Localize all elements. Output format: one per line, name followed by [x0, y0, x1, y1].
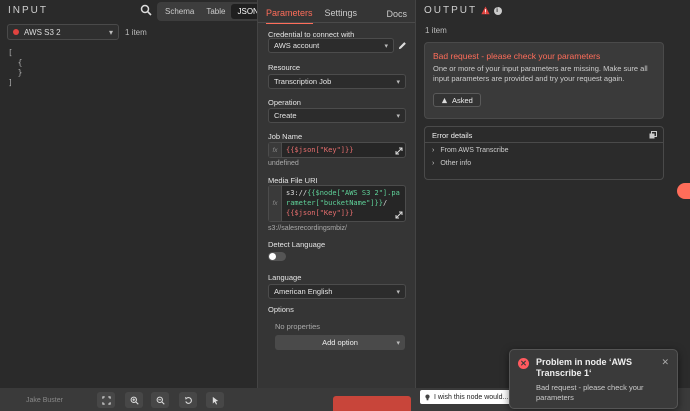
- input-panel: INPUT Schema Table JSON AWS S3 2 ▾ 1 ite…: [0, 0, 267, 388]
- zoom-in-button[interactable]: [125, 392, 143, 408]
- media-uri-expression: s3://{{$node["AWS S3 2"].parameter["buck…: [282, 186, 405, 221]
- output-item-count: 1 item: [425, 26, 447, 35]
- input-node-select[interactable]: AWS S3 2 ▾: [7, 24, 119, 40]
- toast-title: Problem in node ‘AWS Transcribe 1‘: [536, 357, 633, 378]
- output-panel: OUTPUT i 1 item Bad request - please che…: [417, 0, 679, 388]
- user-name: Jake Buster: [26, 397, 63, 404]
- add-option-label: Add option: [322, 338, 358, 347]
- details-row-from-aws[interactable]: › From AWS Transcribe: [425, 143, 663, 156]
- chevron-down-icon: ▾: [396, 112, 400, 120]
- info-icon[interactable]: i: [494, 6, 503, 15]
- options-label: Options: [268, 305, 294, 314]
- job-name-hint: undefined: [268, 160, 299, 167]
- job-name-expression: {{$json["Key"]}}: [286, 146, 354, 154]
- error-details-header: Error details: [425, 127, 663, 143]
- details-row-label: Other info: [440, 160, 472, 167]
- view-mode-tabs: Schema Table JSON: [157, 2, 267, 21]
- uri-separator: /: [382, 199, 388, 207]
- language-select[interactable]: American English ▾: [268, 284, 406, 299]
- detect-language-label: Detect Language: [268, 240, 326, 249]
- resource-select[interactable]: Transcription Job ▾: [268, 74, 406, 89]
- search-icon[interactable]: [140, 4, 152, 16]
- operation-select[interactable]: Create ▾: [268, 108, 406, 123]
- undo-icon: [184, 396, 192, 404]
- expand-icon[interactable]: [395, 211, 403, 219]
- operation-label: Operation: [268, 98, 301, 107]
- tabs-divider: [258, 22, 415, 23]
- json-line: }: [8, 68, 23, 77]
- details-row-label: From AWS Transcribe: [440, 147, 509, 154]
- json-line: {: [8, 58, 23, 67]
- error-details-title: Error details: [432, 131, 473, 140]
- zoom-out-icon: [156, 396, 165, 405]
- output-title-row: OUTPUT i: [424, 5, 503, 16]
- input-node-name: AWS S3 2: [24, 27, 61, 37]
- job-name-label: Job Name: [268, 132, 303, 141]
- zoom-in-icon: [130, 396, 139, 405]
- pencil-icon[interactable]: [398, 41, 407, 50]
- error-card: Bad request - please check your paramete…: [424, 42, 664, 119]
- media-uri-expression-input[interactable]: fx s3://{{$node["AWS S3 2"].parameter["b…: [268, 185, 406, 222]
- feedback-prompt[interactable]: I wish this node would...: [420, 390, 513, 404]
- json-line: ]: [8, 78, 13, 87]
- fit-icon: [101, 395, 111, 405]
- details-row-other-info[interactable]: › Other info: [425, 156, 663, 169]
- json-view: [ { }]: [8, 48, 22, 88]
- error-title: Bad request - please check your paramete…: [433, 51, 601, 61]
- uri-prefix: s3://: [286, 189, 308, 197]
- output-title: OUTPUT: [424, 5, 478, 16]
- no-properties-text: No properties: [275, 322, 321, 331]
- fx-icon: fx: [269, 186, 282, 221]
- error-toast: ✕ Problem in node ‘AWS Transcribe 1‘ Bad…: [509, 349, 678, 409]
- tab-schema[interactable]: Schema: [159, 4, 200, 19]
- job-name-expression-input[interactable]: fx {{$json["Key"]}}: [268, 142, 406, 158]
- copy-icon[interactable]: [649, 131, 657, 139]
- resource-label: Resource: [268, 63, 301, 72]
- toast-body: Bad request - please check your paramete…: [536, 383, 644, 402]
- zoom-out-button[interactable]: [151, 392, 169, 408]
- chevron-right-icon: ›: [432, 147, 435, 154]
- close-icon[interactable]: ✕: [661, 357, 669, 368]
- ask-icon: [441, 97, 448, 103]
- input-title: INPUT: [8, 5, 48, 16]
- feedback-text: I wish this node would...: [434, 393, 509, 401]
- error-details-card: Error details › From AWS Transcribe › Ot…: [424, 126, 664, 180]
- select-tool-button[interactable]: [206, 392, 224, 408]
- input-item-count: 1 item: [125, 28, 147, 37]
- zoom-to-fit-button[interactable]: [97, 392, 115, 408]
- media-uri-label: Media File URI: [268, 176, 318, 185]
- chevron-right-icon: ›: [432, 160, 435, 167]
- execute-workflow-button[interactable]: [333, 396, 411, 411]
- media-uri-hint: s3://salesrecordingsmbiz/: [268, 225, 347, 232]
- expand-icon[interactable]: [395, 147, 403, 155]
- language-value: American English: [274, 287, 333, 296]
- chevron-down-icon: ▾: [396, 339, 400, 347]
- docs-link[interactable]: Docs: [386, 9, 407, 19]
- asked-button[interactable]: Asked: [433, 93, 481, 107]
- asked-label: Asked: [452, 95, 473, 105]
- warning-icon: [481, 6, 490, 15]
- resource-value: Transcription Job: [274, 77, 332, 86]
- credential-value: AWS account: [274, 41, 320, 50]
- fx-icon: fx: [269, 143, 282, 157]
- error-status-icon: [13, 29, 19, 35]
- lightbulb-icon: [425, 394, 430, 400]
- chevron-down-icon: ▾: [384, 42, 388, 50]
- credential-select[interactable]: AWS account ▾: [268, 38, 394, 53]
- chevron-down-icon: ▾: [396, 288, 400, 296]
- panel-drag-handle[interactable]: [677, 183, 690, 199]
- chevron-down-icon: ▾: [396, 78, 400, 86]
- operation-value: Create: [274, 111, 297, 120]
- language-label: Language: [268, 273, 302, 282]
- detect-language-toggle[interactable]: [268, 252, 286, 261]
- error-circle-icon: ✕: [518, 358, 529, 369]
- json-line: [: [8, 48, 13, 57]
- cursor-icon: [212, 396, 218, 405]
- error-message: One or more of your input parameters are…: [433, 64, 648, 83]
- chevron-down-icon: ▾: [108, 27, 113, 37]
- add-option-button[interactable]: Add option ▾: [275, 335, 405, 350]
- reset-zoom-button[interactable]: [179, 392, 197, 408]
- tab-table[interactable]: Table: [200, 4, 231, 19]
- uri-key-expr: {{$json["Key"]}}: [286, 209, 354, 217]
